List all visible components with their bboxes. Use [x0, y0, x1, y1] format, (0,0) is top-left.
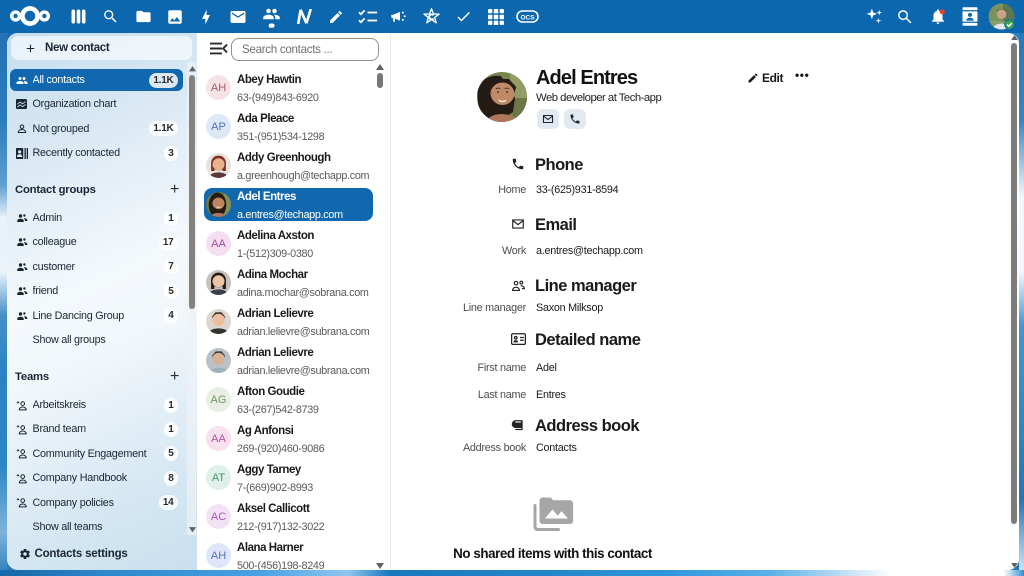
- svg-text:OCS: OCS: [520, 14, 535, 21]
